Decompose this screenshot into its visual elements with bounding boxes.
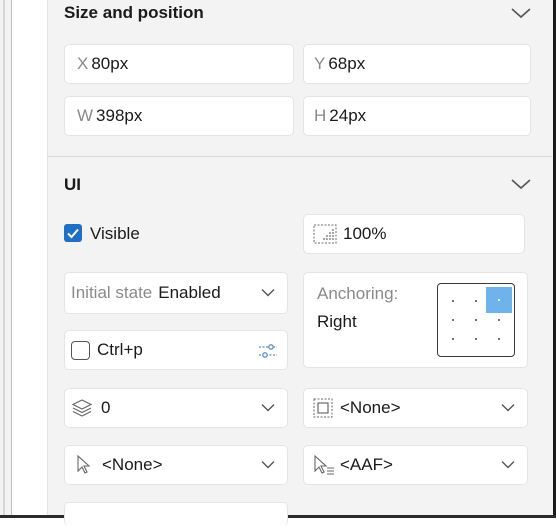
section-divider xyxy=(47,156,552,157)
chevron-down-icon xyxy=(261,289,275,297)
layers-icon xyxy=(71,399,93,417)
opacity-value: 100% xyxy=(343,224,387,243)
w-prefix: W xyxy=(77,106,94,125)
height-field[interactable]: H 24px xyxy=(303,96,531,136)
key-icon xyxy=(71,340,90,360)
window-left-frame xyxy=(0,0,12,518)
initial-state-label: Initial state xyxy=(71,283,153,302)
shortcut-value: Ctrl+p xyxy=(97,340,143,359)
y-position-field[interactable]: Y 68px xyxy=(303,44,531,84)
x-position-field[interactable]: X 80px xyxy=(64,44,294,84)
opacity-field[interactable]: 100% xyxy=(303,214,525,254)
frame-line xyxy=(3,0,5,518)
h-prefix: H xyxy=(314,106,327,125)
anchor-dot[interactable] xyxy=(475,338,477,340)
sliders-icon[interactable] xyxy=(257,342,279,360)
anchoring-label: Anchoring: xyxy=(317,284,399,303)
chevron-down-icon xyxy=(501,461,515,469)
border-dropdown[interactable]: <None> xyxy=(303,388,528,428)
y-prefix: Y xyxy=(314,54,326,73)
chevron-down-icon xyxy=(261,461,275,469)
next-field-partial[interactable] xyxy=(64,502,288,526)
anchor-dot[interactable] xyxy=(498,338,500,340)
anchor-dot[interactable] xyxy=(452,338,454,340)
border-frame-icon xyxy=(313,398,333,418)
cursor-dropdown[interactable]: <None> xyxy=(64,445,288,485)
chevron-down-icon xyxy=(261,404,275,412)
size-position-header[interactable]: Size and position xyxy=(64,3,204,23)
visible-checkbox[interactable] xyxy=(64,224,82,242)
zindex-value: 0 xyxy=(101,398,111,417)
border-value: <None> xyxy=(340,398,401,417)
h-value: 24px xyxy=(329,106,367,125)
shortcut-field[interactable]: Ctrl+p xyxy=(64,330,288,370)
anchor-dot[interactable] xyxy=(475,300,477,302)
cursor-value: <None> xyxy=(102,455,163,474)
anchor-dot[interactable] xyxy=(475,319,477,321)
anchoring-grid[interactable] xyxy=(437,283,515,357)
zindex-dropdown[interactable]: 0 xyxy=(64,388,288,428)
anchor-dot[interactable] xyxy=(452,300,454,302)
initial-state-dropdown[interactable]: Initial state Enabled xyxy=(64,272,288,314)
hover-cursor-value: <AAF> xyxy=(340,455,393,474)
checkmark-icon xyxy=(67,228,79,239)
collapse-chevron-icon[interactable] xyxy=(510,6,532,20)
opacity-icon xyxy=(313,224,337,244)
chevron-down-icon xyxy=(501,404,515,412)
x-value: 80px xyxy=(91,54,129,73)
visible-label: Visible xyxy=(90,224,140,243)
cursor-icon xyxy=(77,454,91,474)
anchoring-value: Right xyxy=(317,312,357,331)
x-prefix: X xyxy=(77,54,89,73)
hover-cursor-dropdown[interactable]: <AAF> xyxy=(303,445,528,485)
anchor-selected-cell[interactable] xyxy=(486,287,512,313)
initial-state-value: Enabled xyxy=(158,283,221,302)
width-field[interactable]: W 398px xyxy=(64,96,294,136)
chevron-down-icon[interactable] xyxy=(510,177,532,191)
y-value: 68px xyxy=(328,54,366,73)
w-value: 398px xyxy=(96,106,143,125)
anchor-dot[interactable] xyxy=(498,319,500,321)
cursor-text-icon xyxy=(314,454,334,475)
ui-section-header[interactable]: UI xyxy=(64,175,81,195)
anchor-dot[interactable] xyxy=(452,319,454,321)
